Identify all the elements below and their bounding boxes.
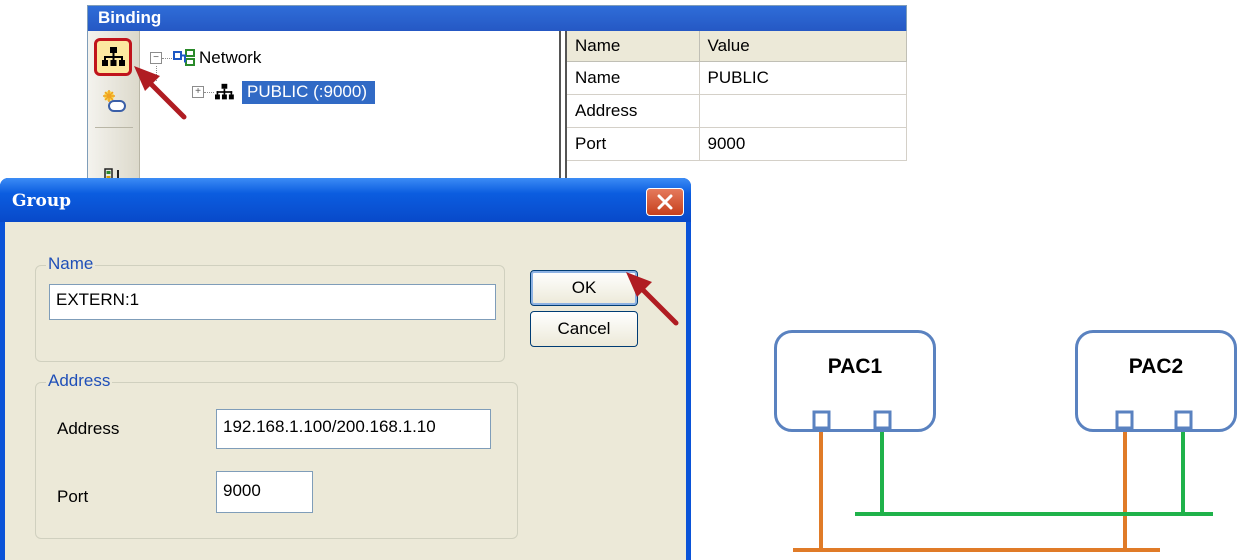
expand-icon[interactable]: + — [192, 86, 204, 98]
tree-connector — [156, 66, 157, 81]
tree-label-network: Network — [199, 48, 262, 67]
name-input[interactable]: EXTERN:1 — [49, 284, 496, 320]
address-group: Address Address 192.168.1.100/200.168.1.… — [35, 371, 518, 539]
dialog-titlebar[interactable]: Group — [0, 178, 691, 222]
property-row[interactable]: Address — [567, 94, 907, 128]
properties-header: Name Value — [567, 31, 907, 62]
toolbar-divider — [95, 127, 133, 141]
close-button[interactable] — [646, 188, 684, 216]
tree-item-network[interactable]: − Network — [150, 44, 261, 72]
port-input[interactable]: 9000 — [216, 471, 313, 513]
group-add-icon — [103, 90, 126, 112]
property-name: Name — [567, 61, 700, 95]
network-icon — [173, 49, 195, 66]
dialog-title: Group — [12, 191, 72, 211]
property-row[interactable]: Name PUBLIC — [567, 61, 907, 95]
dialog-body: Name EXTERN:1 Address Address 192.168.1.… — [5, 222, 686, 560]
property-value[interactable]: PUBLIC — [699, 61, 907, 95]
screenshot-stage: Binding − Network + PUBLIC (:9000) Name … — [0, 0, 1243, 560]
add-group-button[interactable] — [95, 83, 133, 121]
pac2-label: PAC2 — [1128, 355, 1184, 378]
network-add-icon — [102, 47, 125, 66]
property-name: Address — [567, 94, 700, 128]
property-row[interactable]: Port 9000 — [567, 127, 907, 161]
pac1-label: PAC1 — [827, 355, 883, 378]
tree-item-public[interactable]: + PUBLIC (:9000) — [192, 78, 375, 106]
tree-connector — [204, 91, 214, 93]
close-icon — [657, 194, 673, 210]
address-group-legend: Address — [46, 371, 113, 391]
port-label: Port — [57, 487, 89, 506]
tree-label-public: PUBLIC (:9000) — [242, 80, 375, 104]
tree-connector — [162, 57, 172, 59]
ok-button[interactable]: OK — [530, 270, 638, 306]
pac2-box: PAC2 — [1075, 330, 1237, 432]
property-value[interactable] — [699, 94, 907, 128]
cancel-button[interactable]: Cancel — [530, 311, 638, 347]
collapse-icon[interactable]: − — [150, 52, 162, 64]
binding-title: Binding — [88, 6, 906, 31]
pac1-box: PAC1 — [774, 330, 936, 432]
name-group: Name EXTERN:1 — [35, 254, 505, 362]
property-value[interactable]: 9000 — [699, 127, 907, 161]
address-label: Address — [57, 419, 120, 438]
network-node-icon — [215, 83, 234, 100]
name-group-legend: Name — [46, 254, 96, 274]
add-network-button[interactable] — [94, 38, 132, 76]
column-header-value[interactable]: Value — [699, 31, 907, 62]
property-name: Port — [567, 127, 700, 161]
address-input[interactable]: 192.168.1.100/200.168.1.10 — [216, 409, 491, 449]
column-header-name[interactable]: Name — [567, 31, 700, 62]
group-dialog: Group Name EXTERN:1 Address Address 192.… — [0, 178, 691, 560]
